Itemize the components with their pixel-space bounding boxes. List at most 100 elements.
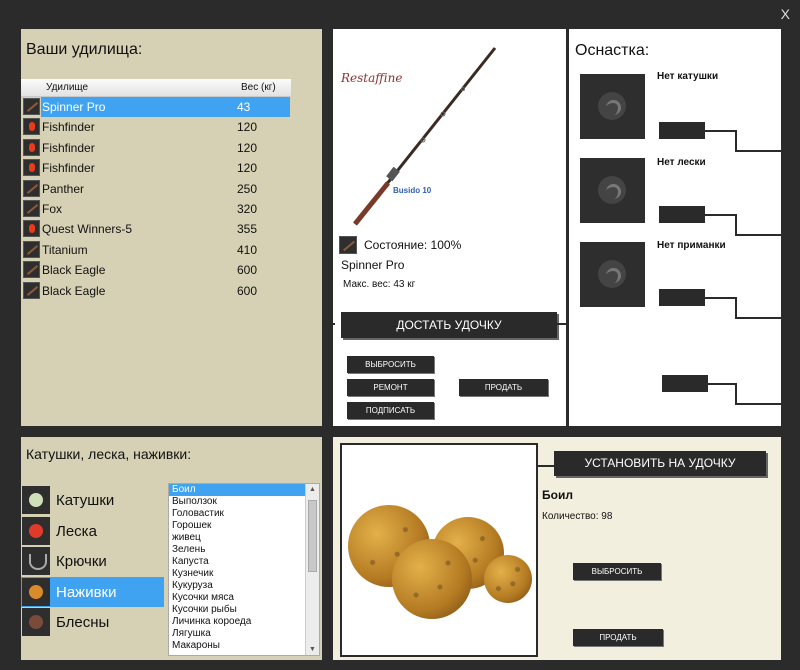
rods-panel: Ваши удилища: Удилище Вес (кг) Spinner P… [21, 29, 322, 426]
float-icon [23, 138, 40, 156]
lure-slot[interactable] [580, 242, 645, 307]
category-hook[interactable]: Крючки [21, 546, 164, 576]
bait-list-item[interactable]: Капуста [169, 556, 305, 568]
column-header-rod[interactable]: Удилище [46, 82, 88, 93]
category-spoon-lure[interactable]: Блесны [21, 607, 164, 637]
connector-line [705, 297, 735, 299]
spoon-lure-icon [22, 608, 50, 636]
rod-repair-button[interactable]: РЕМОНТ [347, 379, 434, 396]
rod-list-row[interactable]: Spinner Pro 43 [21, 97, 291, 117]
bait-list-item[interactable]: Кусочки рыбы [169, 604, 305, 616]
connector-line [735, 317, 781, 319]
connector-line [735, 297, 737, 319]
scrollbar[interactable]: ▲ ▼ [305, 484, 319, 655]
category-label: Наживки [56, 583, 117, 601]
category-bait[interactable]: Наживки [21, 576, 164, 607]
reel-slot-box[interactable] [659, 122, 705, 139]
rod-discard-button[interactable]: ВЫБРОСИТЬ [347, 356, 434, 373]
rod-list-weight: 120 [237, 161, 258, 176]
rod-list-row[interactable]: Titanium 410 [21, 240, 291, 260]
scroll-up-icon[interactable]: ▲ [309, 486, 316, 493]
bait-list-item[interactable]: Выползок [169, 496, 305, 508]
rod-list-name: Black Eagle [42, 263, 106, 278]
connector-line [735, 403, 781, 405]
boilie-ball [484, 555, 532, 603]
reel-slot-label: Нет катушки [657, 71, 719, 82]
rods-table: Удилище Вес (кг) Spinner Pro 43 Fishfinder… [21, 79, 291, 301]
category-reel[interactable]: Катушки [21, 485, 164, 515]
rods-table-header: Удилище Вес (кг) [21, 79, 291, 97]
rod-list-row[interactable]: Black Eagle 600 [21, 260, 291, 280]
rod-sell-button[interactable]: ПРОДАТЬ [459, 379, 548, 396]
float-icon [23, 159, 40, 177]
rod-detail-panel: Restaffine Busido 10 Состояние: 100% Spi… [333, 29, 566, 426]
rod-state: Состояние: 100% [364, 238, 462, 252]
category-label: Леска [56, 522, 97, 540]
extra-slot-box[interactable] [662, 375, 708, 392]
bait-list-item[interactable]: Головастик [169, 508, 305, 520]
bait-detail-panel: УСТАНОВИТЬ НА УДОЧКУ Боил Количество: 98… [333, 437, 781, 660]
rod-icon [23, 199, 40, 217]
rod-name: Spinner Pro [341, 258, 405, 272]
bait-list-item[interactable]: Кукуруза [169, 580, 305, 592]
rod-list-name: Fishfinder [42, 140, 95, 155]
bait-list-item[interactable]: Личинка короеда [169, 616, 305, 628]
lure-slot-box[interactable] [659, 289, 705, 306]
rod-list-name: Spinner Pro [42, 100, 106, 114]
bait-list-item[interactable]: Зелень [169, 544, 305, 556]
lure-slot-label: Нет приманки [657, 240, 726, 251]
connector-line [323, 323, 335, 325]
install-on-rod-button[interactable]: УСТАНОВИТЬ НА УДОЧКУ [554, 451, 766, 476]
rod-list-weight: 320 [237, 201, 258, 216]
category-line-spool[interactable]: Леска [21, 516, 164, 546]
bait-list-item[interactable]: Кусочки мяса [169, 592, 305, 604]
connector-line [735, 214, 737, 236]
rod-list-row[interactable]: Fishfinder 120 [21, 117, 291, 137]
rod-icon [23, 240, 40, 258]
rod-list-row[interactable]: Black Eagle 600 [21, 281, 291, 301]
rod-list-row[interactable]: Fishfinder 120 [21, 138, 291, 158]
rod-list-name: Panther [42, 181, 85, 196]
rod-list-weight: 120 [237, 140, 258, 155]
rod-list-row[interactable]: Quest Winners-5 355 [21, 219, 291, 239]
line-slot-label: Нет лески [657, 157, 706, 168]
float-icon [23, 220, 40, 238]
bait-list-item[interactable]: Боил [169, 484, 305, 496]
categories-panel: Катушки, леска, наживки: Катушки Леска Крю… [21, 437, 322, 660]
scroll-down-icon[interactable]: ▼ [309, 646, 316, 653]
rod-sign-button[interactable]: ПОДПИСАТЬ [347, 402, 434, 419]
line-spool-icon [22, 516, 50, 545]
rod-list-weight: 600 [237, 263, 258, 278]
bait-list-item[interactable]: Горошек [169, 520, 305, 532]
reel-icon [22, 486, 50, 514]
rod-list-row[interactable]: Panther 250 [21, 179, 291, 199]
bait-list-item[interactable]: Лягушка [169, 628, 305, 640]
tackle-title: Оснастка: [575, 42, 650, 59]
category-label: Блесны [56, 614, 110, 631]
bait-list[interactable]: Боил Выползок Головастик Горошек живец Зелень… [168, 483, 320, 656]
scrollbar-thumb[interactable] [308, 500, 317, 572]
line-slot[interactable] [580, 158, 645, 223]
take-rod-button[interactable]: ДОСТАТЬ УДОЧКУ [341, 312, 557, 338]
connector-line [735, 130, 737, 152]
rod-icon [23, 261, 40, 279]
connector-line [735, 234, 781, 236]
bait-list-item[interactable]: Макароны [169, 640, 305, 652]
rod-list-name: Fox [42, 201, 63, 216]
rod-list-name: Fishfinder [42, 161, 95, 176]
tackle-panel: Оснастка: Нет катушки Нет лески Нет прим… [569, 29, 781, 426]
rod-list-row[interactable]: Fox 320 [21, 199, 291, 219]
bait-discard-button[interactable]: ВЫБРОСИТЬ [573, 563, 661, 580]
rod-list-row[interactable]: Fishfinder 120 [21, 158, 291, 178]
bait-list-item[interactable]: живец [169, 532, 305, 544]
rod-list-name: Black Eagle [42, 283, 106, 298]
reel-slot[interactable] [580, 74, 645, 139]
column-header-weight[interactable]: Вес (кг) [241, 82, 276, 93]
categories-title: Катушки, леска, наживки: [26, 446, 192, 462]
category-label: Катушки [56, 492, 115, 509]
rod-list-weight: 355 [237, 222, 258, 237]
bait-sell-button[interactable]: ПРОДАТЬ [573, 629, 663, 646]
close-button[interactable]: X [781, 6, 790, 22]
bait-list-item[interactable]: Кузнечик [169, 568, 305, 580]
line-slot-box[interactable] [659, 206, 705, 223]
